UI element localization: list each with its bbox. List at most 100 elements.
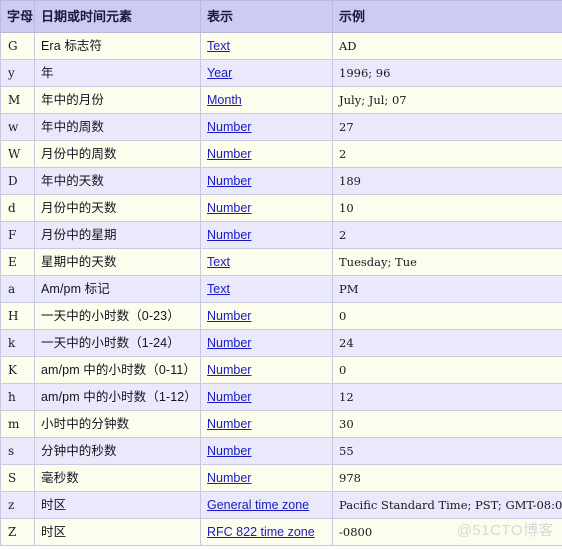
cell-letter: S (1, 465, 35, 492)
cell-example: AD (333, 33, 562, 60)
cell-presentation: Number (201, 303, 333, 330)
cell-element: Am/pm 标记 (35, 276, 201, 303)
cell-presentation: Number (201, 465, 333, 492)
cell-letter: d (1, 195, 35, 222)
presentation-link[interactable]: Number (207, 228, 251, 242)
presentation-link[interactable]: Text (207, 255, 230, 269)
cell-element: 时区 (35, 519, 201, 546)
cell-presentation: Number (201, 114, 333, 141)
presentation-link[interactable]: Text (207, 39, 230, 53)
table-row: k一天中的小时数（1-24）Number24 (1, 330, 562, 357)
cell-example: -0800 (333, 519, 562, 546)
cell-letter: D (1, 168, 35, 195)
presentation-link[interactable]: Number (207, 363, 251, 377)
cell-element: 月份中的星期 (35, 222, 201, 249)
cell-presentation: Month (201, 87, 333, 114)
column-header-example: 示例 (333, 1, 562, 33)
presentation-link[interactable]: Number (207, 309, 251, 323)
cell-presentation: Text (201, 276, 333, 303)
cell-element: 时区 (35, 492, 201, 519)
cell-example: 55 (333, 438, 562, 465)
cell-example: 27 (333, 114, 562, 141)
table-row: M年中的月份MonthJuly; Jul; 07 (1, 87, 562, 114)
cell-element: 月份中的天数 (35, 195, 201, 222)
cell-letter: y (1, 60, 35, 87)
cell-letter: W (1, 141, 35, 168)
cell-element: 一天中的小时数（0-23） (35, 303, 201, 330)
presentation-link[interactable]: Number (207, 417, 251, 431)
cell-example: 978 (333, 465, 562, 492)
cell-element: 星期中的天数 (35, 249, 201, 276)
date-format-table-container: 字母 日期或时间元素 表示 示例 GEra 标志符TextADy年Year199… (0, 0, 562, 549)
cell-letter: s (1, 438, 35, 465)
presentation-link[interactable]: General time zone (207, 498, 309, 512)
cell-letter: Z (1, 519, 35, 546)
cell-letter: G (1, 33, 35, 60)
presentation-link[interactable]: Number (207, 201, 251, 215)
cell-example: 10 (333, 195, 562, 222)
cell-element: 一天中的小时数（1-24） (35, 330, 201, 357)
table-header: 字母 日期或时间元素 表示 示例 (1, 1, 562, 33)
table-row: S毫秒数Number978 (1, 465, 562, 492)
cell-letter: a (1, 276, 35, 303)
table-row: F月份中的星期 Number 2 (1, 222, 562, 249)
column-header-element: 日期或时间元素 (35, 1, 201, 33)
table-row: E星期中的天数TextTuesday; Tue (1, 249, 562, 276)
cell-presentation: Number (201, 141, 333, 168)
presentation-link[interactable]: Month (207, 93, 242, 107)
table-row: ham/pm 中的小时数（1-12）Number12 (1, 384, 562, 411)
cell-example: 0 (333, 303, 562, 330)
cell-example: 30 (333, 411, 562, 438)
presentation-link[interactable]: Text (207, 282, 230, 296)
cell-presentation: Number (201, 222, 333, 249)
cell-element: am/pm 中的小时数（1-12） (35, 384, 201, 411)
cell-example: 2 (333, 141, 562, 168)
presentation-link[interactable]: Number (207, 390, 251, 404)
cell-example: 1996; 96 (333, 60, 562, 87)
cell-letter: h (1, 384, 35, 411)
cell-element: Era 标志符 (35, 33, 201, 60)
table-row: m小时中的分钟数 Number 30 (1, 411, 562, 438)
table-row: Z时区 RFC 822 time zone -0800 (1, 519, 562, 546)
cell-element: 分钟中的秒数 (35, 438, 201, 465)
cell-example: July; Jul; 07 (333, 87, 562, 114)
presentation-link[interactable]: Number (207, 147, 251, 161)
cell-example: 0 (333, 357, 562, 384)
table-body: GEra 标志符TextADy年Year1996; 96M年中的月份MonthJ… (1, 33, 562, 546)
presentation-link[interactable]: Number (207, 174, 251, 188)
cell-presentation: Number (201, 411, 333, 438)
cell-element: 年中的月份 (35, 87, 201, 114)
table-row: Kam/pm 中的小时数（0-11）Number0 (1, 357, 562, 384)
cell-letter: F (1, 222, 35, 249)
presentation-link[interactable]: RFC 822 time zone (207, 525, 315, 539)
cell-letter: w (1, 114, 35, 141)
cell-example: 2 (333, 222, 562, 249)
cell-letter: H (1, 303, 35, 330)
cell-presentation: Text (201, 33, 333, 60)
cell-example: 189 (333, 168, 562, 195)
presentation-link[interactable]: Number (207, 444, 251, 458)
column-header-presentation: 表示 (201, 1, 333, 33)
date-time-pattern-table: 字母 日期或时间元素 表示 示例 GEra 标志符TextADy年Year199… (0, 0, 562, 546)
cell-letter: z (1, 492, 35, 519)
cell-example: PM (333, 276, 562, 303)
presentation-link[interactable]: Number (207, 336, 251, 350)
presentation-link[interactable]: Number (207, 120, 251, 134)
presentation-link[interactable]: Year (207, 66, 232, 80)
cell-presentation: Number (201, 438, 333, 465)
cell-element: 年中的天数 (35, 168, 201, 195)
table-row: s分钟中的秒数 Number 55 (1, 438, 562, 465)
cell-letter: m (1, 411, 35, 438)
cell-presentation: Year (201, 60, 333, 87)
presentation-link[interactable]: Number (207, 471, 251, 485)
cell-example: Pacific Standard Time; PST; GMT-08:00 (333, 492, 562, 519)
cell-element: 年中的周数 (35, 114, 201, 141)
cell-element: am/pm 中的小时数（0-11） (35, 357, 201, 384)
cell-element: 小时中的分钟数 (35, 411, 201, 438)
cell-example: 24 (333, 330, 562, 357)
table-row: GEra 标志符 Text AD (1, 33, 562, 60)
cell-presentation: General time zone (201, 492, 333, 519)
cell-presentation: Number (201, 384, 333, 411)
table-row: y年Year1996; 96 (1, 60, 562, 87)
table-row: d月份中的天数 Number 10 (1, 195, 562, 222)
